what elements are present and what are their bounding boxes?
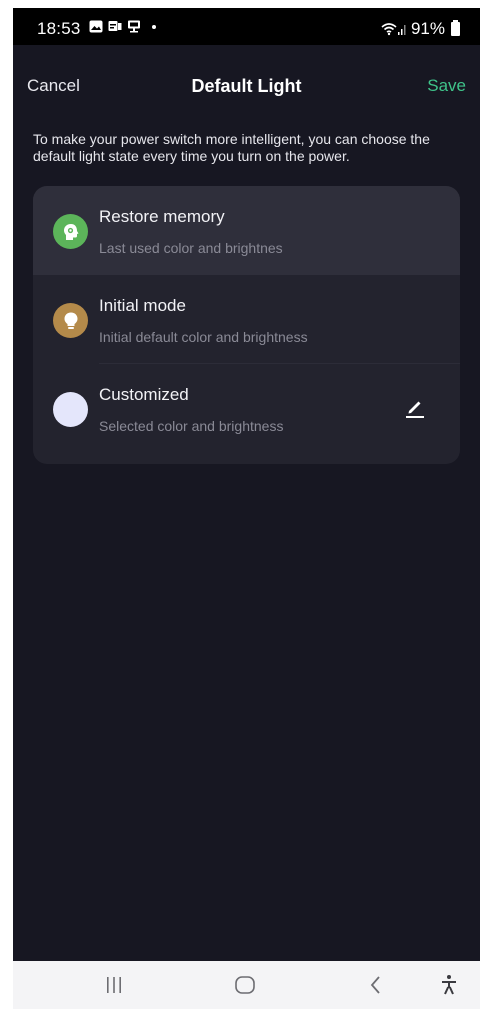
description-text: To make your power switch more intellige… xyxy=(33,131,430,164)
option-customized[interactable]: Customized Selected color and brightness xyxy=(33,364,460,453)
memory-head-icon xyxy=(53,214,88,249)
accessibility-icon xyxy=(442,975,456,995)
home-icon xyxy=(235,976,255,994)
more-notifications-dot xyxy=(152,24,156,29)
status-time: 18:53 xyxy=(37,19,81,38)
top-app-bar: Cancel Default Light Save xyxy=(13,45,480,109)
option-subtitle: Initial default color and brightness xyxy=(99,329,308,345)
notification-icons xyxy=(89,20,156,33)
edit-pencil-icon[interactable] xyxy=(404,397,426,419)
status-bar: 18:53 91% xyxy=(13,8,480,45)
option-subtitle: Last used color and brightnes xyxy=(99,240,283,256)
color-swatch-icon xyxy=(53,392,88,427)
option-title: Restore memory xyxy=(99,207,225,226)
default-light-options: Restore memory Last used color and brigh… xyxy=(33,186,460,464)
option-title: Initial mode xyxy=(99,296,186,315)
cast-notification-icon xyxy=(128,20,140,33)
option-restore-memory[interactable]: Restore memory Last used color and brigh… xyxy=(33,186,460,275)
app-screen: 18:53 91% Cancel Default Light Save To m… xyxy=(13,8,480,1009)
recents-button[interactable] xyxy=(99,973,129,997)
home-button[interactable] xyxy=(230,973,260,997)
system-navigation-bar xyxy=(13,961,480,1009)
option-title: Customized xyxy=(99,385,189,404)
option-subtitle: Selected color and brightness xyxy=(99,418,284,434)
option-initial-mode[interactable]: Initial mode Initial default color and b… xyxy=(33,275,460,364)
battery-icon xyxy=(451,20,460,36)
recents-icon xyxy=(107,977,121,993)
battery-percent: 91% xyxy=(410,19,445,38)
gallery-notification-icon xyxy=(89,20,103,33)
back-icon xyxy=(370,976,380,994)
status-right: 91% xyxy=(381,19,460,39)
page-title: Default Light xyxy=(191,76,302,96)
lightbulb-icon xyxy=(53,303,88,338)
save-button[interactable]: Save xyxy=(427,76,466,96)
accessibility-button[interactable] xyxy=(434,973,464,997)
back-button[interactable] xyxy=(361,973,391,997)
wifi-signal-icon xyxy=(381,23,406,36)
message-notification-icon xyxy=(108,21,122,31)
